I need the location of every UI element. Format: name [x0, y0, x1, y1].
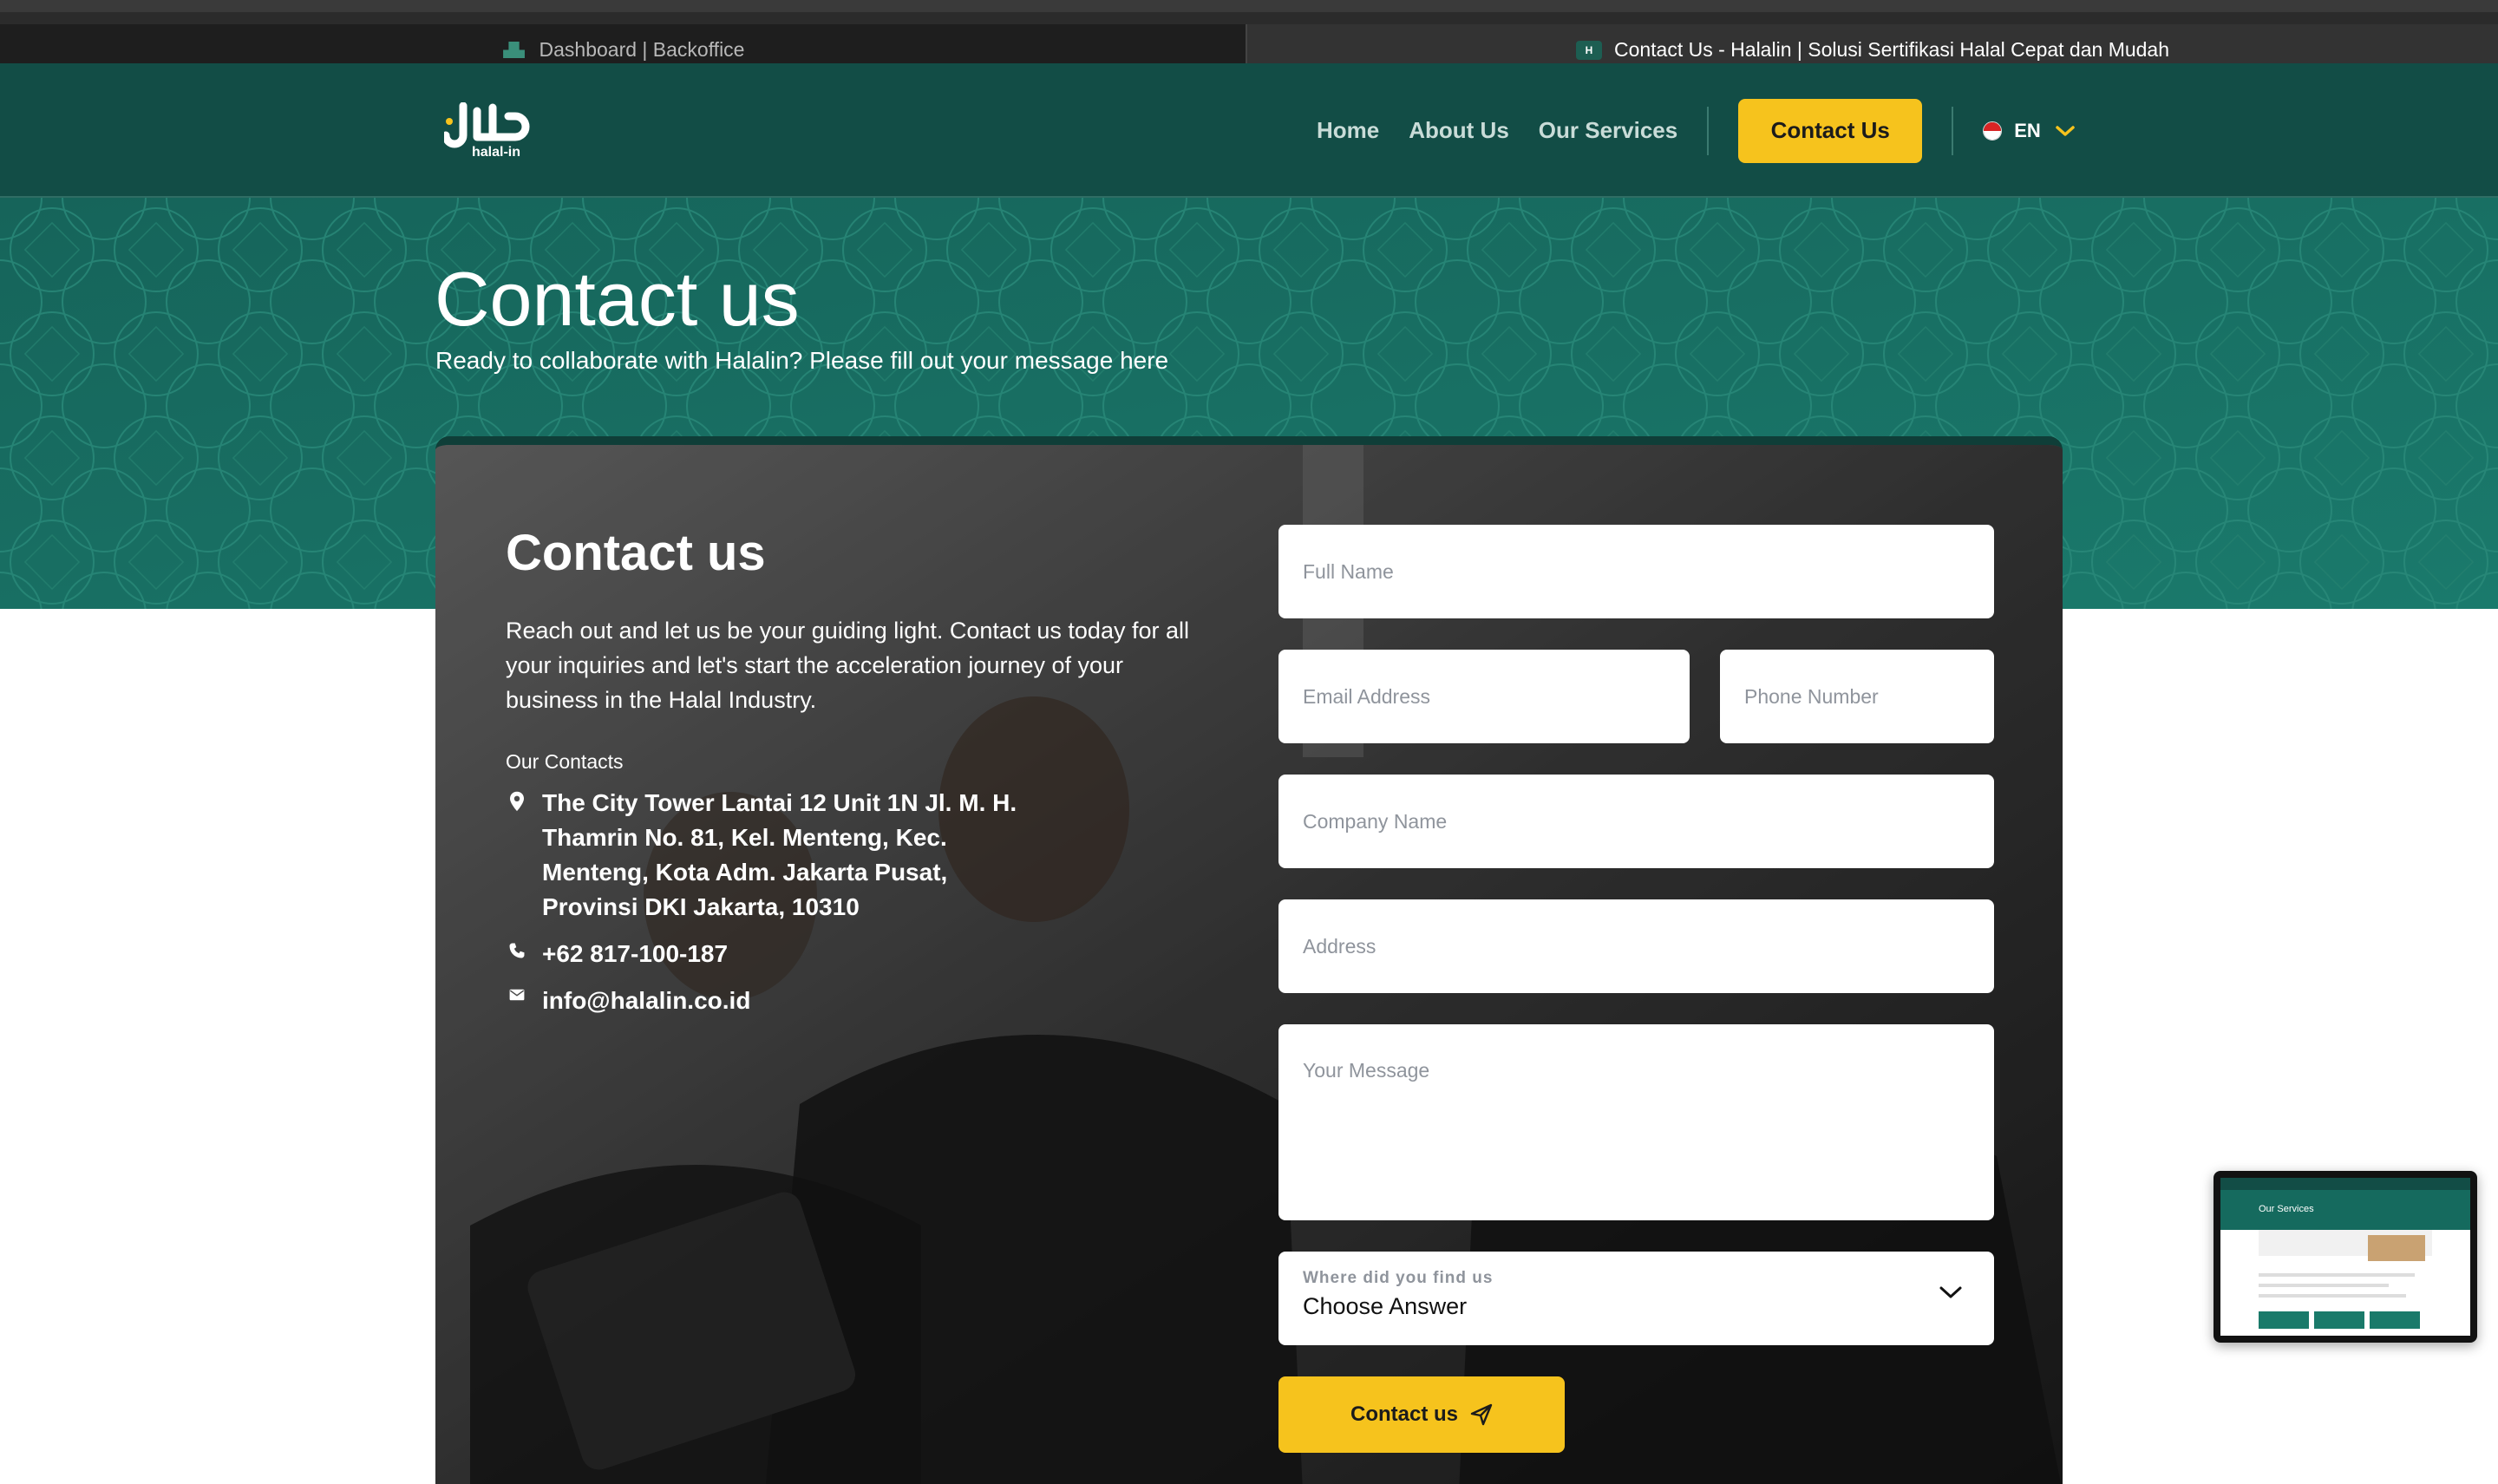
full-name-field[interactable] [1278, 525, 1994, 618]
submit-button[interactable]: Contact us [1278, 1376, 1565, 1453]
indonesia-flag-icon [1983, 121, 2003, 141]
preview-title: Our Services [2259, 1204, 2314, 1214]
language-code: EN [2014, 119, 2041, 141]
contact-phone-row: +62 817-100-187 [506, 937, 1217, 971]
source-select-value: Choose Answer [1303, 1293, 1468, 1319]
nav-home[interactable]: Home [1317, 117, 1379, 144]
message-field[interactable] [1278, 1024, 1994, 1220]
email-phone-row [1278, 650, 1994, 775]
contact-address-row: The City Tower Lantai 12 Unit 1N Jl. M. … [506, 786, 1217, 925]
browser-tab-title: Dashboard | Backoffice [539, 38, 745, 61]
card-title: Contact us [506, 525, 766, 581]
source-select[interactable]: Where did you find us Choose Answer [1278, 1252, 1994, 1345]
map-pin-icon [510, 791, 524, 812]
chevron-down-icon [2056, 125, 2075, 136]
email-input[interactable] [1303, 684, 1665, 709]
site-header: halal-in Home About Us Our Services Cont… [0, 63, 2498, 198]
logo-wordmark: halal-in [472, 145, 520, 160]
submit-button-label: Contact us [1350, 1402, 1458, 1426]
contact-us-button[interactable]: Contact Us [1738, 98, 1923, 163]
nav-divider [1707, 106, 1710, 155]
page-title: Contact us [435, 256, 800, 342]
full-name-input[interactable] [1303, 559, 1970, 584]
preview-text-line [2259, 1284, 2389, 1287]
contact-phone[interactable]: +62 817-100-187 [542, 937, 1028, 971]
contact-address: The City Tower Lantai 12 Unit 1N Jl. M. … [542, 789, 1017, 920]
address-field[interactable] [1278, 899, 1994, 993]
preview-image [2368, 1235, 2425, 1261]
page-subtitle: Ready to collaborate with Halalin? Pleas… [435, 347, 1169, 374]
main-nav: Home About Us Our Services Contact Us EN [1317, 63, 2076, 198]
send-icon [1470, 1403, 1493, 1426]
chevron-down-icon [1939, 1286, 1962, 1298]
contact-email-row: info@halalin.co.id [506, 984, 1217, 1018]
page-preview-thumbnail[interactable]: Our Services [2214, 1171, 2477, 1343]
preview-service-box [2370, 1311, 2420, 1329]
company-input[interactable] [1303, 809, 1970, 834]
language-selector[interactable]: EN [1983, 120, 2076, 142]
nav-our-services[interactable]: Our Services [1539, 117, 1677, 144]
preview-header [2220, 1178, 2470, 1190]
envelope-icon [509, 989, 525, 1001]
message-textarea[interactable] [1303, 1059, 1970, 1198]
source-select-label: Where did you find us [1303, 1269, 1494, 1287]
contact-card: Contact us Reach out and let us be your … [435, 436, 2063, 1484]
card-description: Reach out and let us be your guiding lig… [506, 618, 1189, 713]
preview-text-line [2259, 1273, 2415, 1277]
contact-form: Where did you find us Choose Answer Cont… [1278, 525, 1994, 1453]
our-contacts-label: Our Contacts [506, 750, 624, 773]
contact-email[interactable]: info@halalin.co.id [542, 984, 1028, 1018]
nav-divider [1952, 106, 1954, 155]
email-field[interactable] [1278, 650, 1690, 743]
preview-service-box [2259, 1311, 2309, 1329]
phone-field[interactable] [1720, 650, 1994, 743]
preview-service-box [2314, 1311, 2364, 1329]
nav-about-us[interactable]: About Us [1409, 117, 1509, 144]
address-input[interactable] [1303, 934, 1970, 958]
company-field[interactable] [1278, 775, 1994, 868]
halalin-logo[interactable]: halal-in [444, 102, 534, 160]
contact-info: Contact us Reach out and let us be your … [506, 523, 1217, 1030]
browser-tab-title: Contact Us - Halalin | Solusi Sertifikas… [1613, 38, 2170, 61]
preview-screen: Our Services [2220, 1178, 2470, 1336]
browser-tab-bar: ▟▙ Dashboard | Backoffice H Contact Us -… [0, 0, 2498, 75]
phone-icon [509, 943, 525, 958]
phone-input[interactable] [1744, 684, 1970, 709]
preview-text-line [2259, 1294, 2406, 1298]
halalin-favicon-icon: H [1575, 40, 1602, 60]
halalin-favicon-icon: ▟▙ [503, 42, 525, 58]
